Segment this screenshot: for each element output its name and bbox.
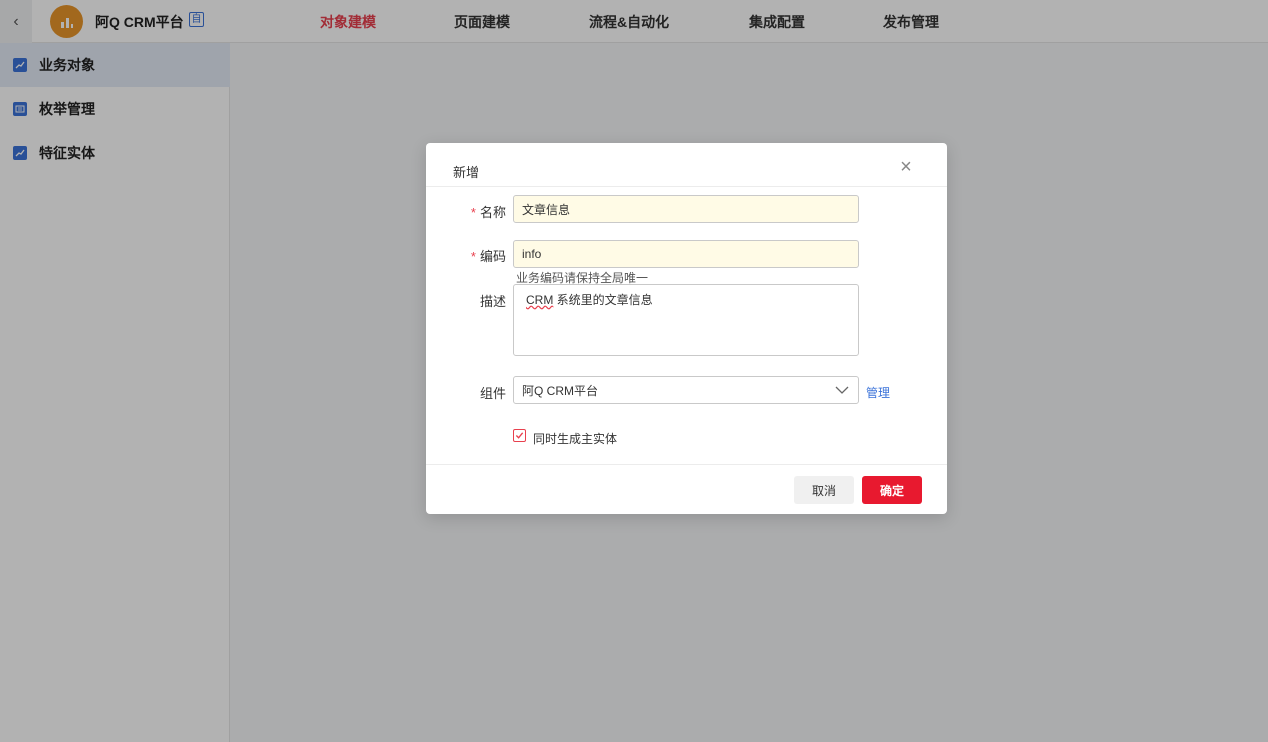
- component-label: 组件: [479, 386, 506, 401]
- code-label: * 编码: [426, 246, 506, 265]
- description-textarea[interactable]: CRM 系统里的文章信息: [513, 284, 859, 356]
- check-icon: [515, 432, 524, 439]
- dialog-footer: 取消 确定: [426, 464, 947, 514]
- generate-main-entity-label[interactable]: 同时生成主实体: [533, 430, 617, 447]
- dialog-header: 新增 ×: [426, 143, 947, 187]
- cancel-button[interactable]: 取消: [794, 476, 854, 504]
- name-input[interactable]: 文章信息: [513, 195, 859, 223]
- name-label: * 名称: [426, 202, 506, 221]
- manage-link[interactable]: 管理: [866, 384, 890, 401]
- required-mark: *: [470, 205, 476, 220]
- chevron-down-icon: [835, 386, 849, 394]
- description-value-rest: 系统里的文章信息: [553, 293, 653, 307]
- name-label-text: 名称: [479, 205, 506, 220]
- description-value-prefix: CRM: [526, 293, 554, 307]
- name-input-value: 文章信息: [522, 202, 571, 217]
- required-mark: *: [470, 249, 476, 264]
- close-icon[interactable]: ×: [896, 157, 916, 177]
- confirm-button[interactable]: 确定: [862, 476, 922, 504]
- dialog-title: 新增: [453, 165, 480, 180]
- code-input[interactable]: info: [513, 240, 859, 268]
- code-input-value: info: [522, 247, 542, 261]
- component-select-value: 阿Q CRM平台: [522, 383, 598, 398]
- description-label: 描述: [479, 294, 506, 309]
- create-object-dialog: 新增 × * 名称 文章信息 * 编码 info 业务编码请保持全局唯一 描述 CR…: [426, 143, 947, 514]
- generate-main-entity-checkbox[interactable]: [513, 429, 526, 442]
- component-select[interactable]: 阿Q CRM平台: [513, 376, 859, 404]
- code-label-text: 编码: [479, 249, 506, 264]
